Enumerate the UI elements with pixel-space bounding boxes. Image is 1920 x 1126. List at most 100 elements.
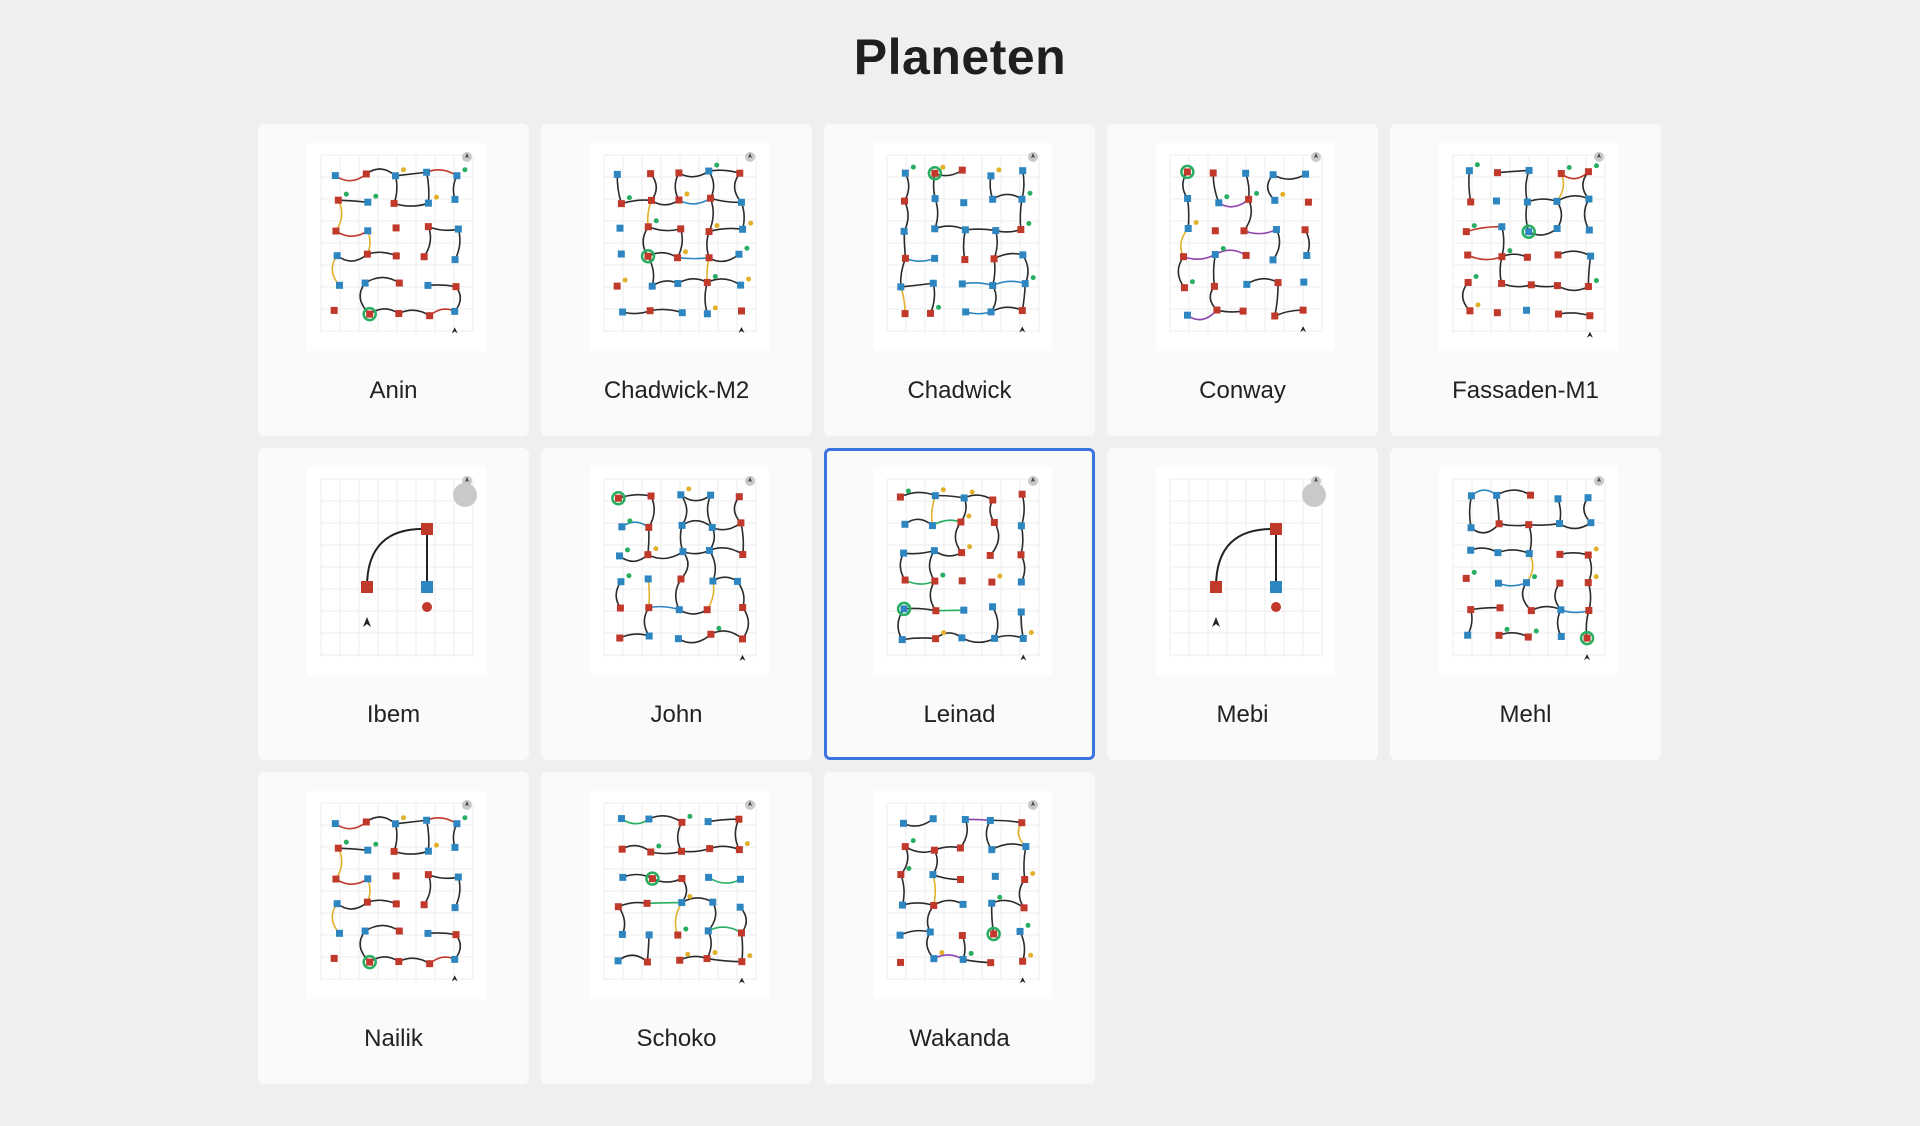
start-arrow-icon: [451, 975, 458, 982]
node-square: [333, 252, 341, 260]
node-square: [424, 871, 432, 879]
node-square: [421, 581, 433, 593]
path-line: [1496, 489, 1531, 497]
node-square: [424, 199, 432, 207]
planet-name: Chadwick-M2: [603, 377, 750, 404]
planet-map-thumbnail: [590, 467, 769, 675]
planet-map-thumbnail: [873, 467, 1052, 675]
path-line: [902, 637, 936, 641]
path-line: [733, 172, 743, 203]
path-line: [1498, 523, 1529, 527]
node-square: [420, 253, 428, 261]
path-line: [1216, 309, 1244, 313]
marker-dot: [997, 573, 1003, 579]
path-line: [933, 550, 962, 557]
path-line: [934, 198, 939, 230]
planet-card[interactable]: Nailik: [258, 772, 529, 1084]
node-square: [674, 635, 682, 643]
path-line: [398, 957, 431, 965]
node-square: [453, 820, 461, 828]
node-square: [737, 198, 745, 206]
blocked-icon: [1271, 602, 1281, 612]
path-line: [1022, 254, 1029, 284]
path-line: [706, 580, 715, 611]
node-square: [644, 551, 652, 559]
node-square: [618, 845, 626, 853]
node-square: [1210, 282, 1218, 290]
path-line: [367, 899, 397, 905]
path-line: [707, 901, 717, 932]
node-square: [736, 169, 744, 177]
marker-dot: [1474, 162, 1480, 168]
node-square: [931, 254, 939, 262]
node-square: [961, 816, 969, 824]
node-square: [616, 224, 624, 232]
compass-icon: [745, 152, 755, 162]
planet-card[interactable]: Conway: [1107, 124, 1378, 436]
map-grid: [1169, 154, 1323, 333]
planet-card[interactable]: Schoko: [541, 772, 812, 1084]
marker-dot: [401, 167, 407, 173]
node-square: [1270, 581, 1282, 593]
node-square: [704, 818, 712, 826]
planet-map-image: [1452, 476, 1606, 661]
node-square: [335, 281, 343, 289]
path-line: [1246, 277, 1279, 286]
path-line: [962, 229, 967, 260]
marker-dot: [1030, 275, 1036, 281]
node-square: [1243, 280, 1251, 288]
planet-card[interactable]: Chadwick-M2: [541, 124, 812, 436]
path-line: [736, 580, 745, 608]
compass-icon: [745, 800, 755, 810]
node-square: [900, 605, 908, 613]
marker-dot: [714, 162, 720, 168]
planet-card[interactable]: John: [541, 448, 812, 760]
node-square: [737, 281, 745, 289]
marker-dot: [744, 841, 750, 847]
node-square: [897, 871, 905, 879]
node-square: [392, 172, 400, 180]
path-line: [678, 170, 710, 178]
compass-icon: [745, 476, 755, 486]
node-square: [898, 636, 906, 644]
marker-dot: [1280, 191, 1286, 197]
node-square: [1553, 197, 1561, 205]
path-line: [426, 816, 458, 825]
node-square: [1215, 199, 1223, 207]
node-square: [1498, 279, 1506, 287]
path-line: [674, 902, 683, 936]
node-square: [706, 546, 714, 554]
planet-card[interactable]: Chadwick: [824, 124, 1095, 436]
planet-card[interactable]: Mebi: [1107, 448, 1378, 760]
path-line: [1214, 249, 1247, 257]
planet-card[interactable]: Mehl: [1390, 448, 1661, 760]
path-line: [903, 549, 935, 555]
node-square: [616, 634, 624, 642]
node-square: [1585, 606, 1593, 614]
node-square: [616, 604, 624, 612]
node-square: [1018, 819, 1026, 827]
node-square: [1525, 550, 1533, 558]
node-square: [1465, 167, 1473, 175]
compass-icon: [1311, 152, 1321, 162]
path-line: [1470, 547, 1499, 554]
planet-card[interactable]: Anin: [258, 124, 529, 436]
node-square: [931, 225, 939, 233]
node-square: [363, 898, 371, 906]
planet-card[interactable]: Ibem: [258, 448, 529, 760]
path-line: [989, 522, 1000, 556]
node-square: [705, 228, 713, 236]
planet-map-thumbnail: [1156, 467, 1335, 675]
planet-card[interactable]: Fassaden-M1: [1390, 124, 1661, 436]
start-arrow-icon: [1586, 331, 1593, 338]
planet-card[interactable]: Leinad: [824, 448, 1095, 760]
node-square: [364, 227, 372, 235]
node-square: [334, 196, 342, 204]
node-square: [931, 195, 939, 203]
marker-dot: [687, 813, 693, 819]
start-arrow-icon: [363, 617, 371, 627]
node-square: [1016, 927, 1024, 935]
planet-card[interactable]: Wakanda: [824, 772, 1095, 1084]
path-line: [1556, 200, 1563, 229]
map-grid: [603, 154, 757, 333]
